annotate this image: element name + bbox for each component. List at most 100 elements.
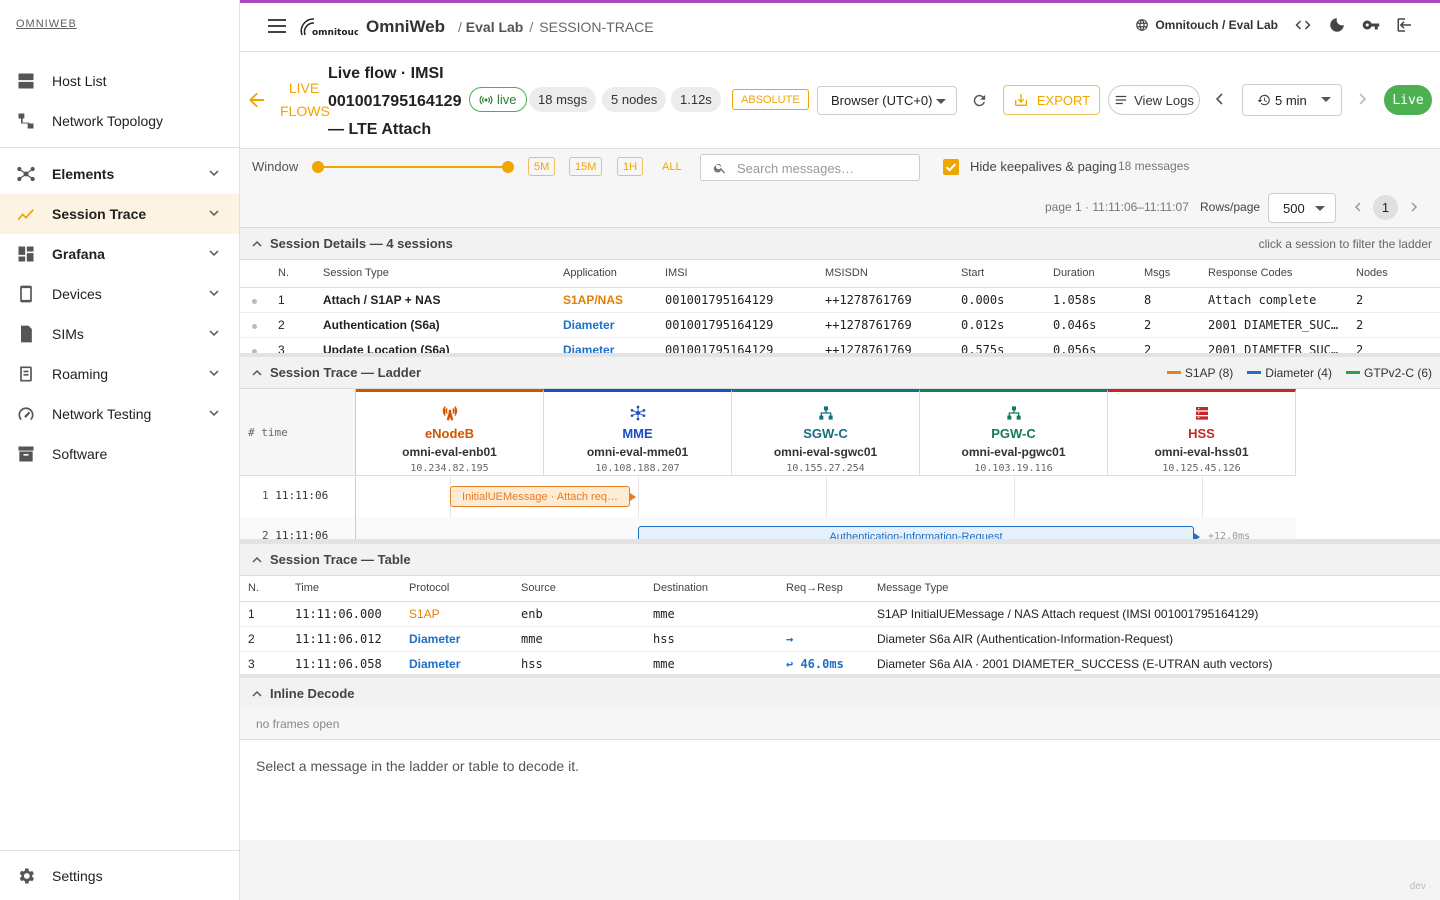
time-range-select[interactable]: 5 min bbox=[1242, 84, 1342, 116]
back-arrow-icon[interactable] bbox=[249, 92, 265, 108]
check-icon bbox=[945, 163, 957, 172]
sidebar-item-devices[interactable]: Devices bbox=[0, 274, 239, 314]
filter-toolbar: Window 5M 15M 1H ALL Hide keepalives & p… bbox=[240, 149, 1440, 228]
slider-end-handle[interactable] bbox=[502, 161, 514, 173]
table-row[interactable]: 1 11:11:06.000 S1AP enb mme S1AP Initial… bbox=[240, 601, 1440, 627]
window-5m-button[interactable]: 5M bbox=[528, 157, 556, 176]
absolute-time-toggle[interactable]: ABSOLUTE bbox=[732, 89, 809, 110]
search-input[interactable] bbox=[737, 159, 907, 177]
live-flows-link[interactable]: LIVE FLOWS bbox=[280, 77, 330, 123]
gauge-icon bbox=[16, 404, 36, 424]
node-sgw-c[interactable]: SGW-C omni-eval-sgwc01 10.155.27.254 bbox=[732, 389, 920, 476]
trace-table: N. Time Protocol Source Destination Req→… bbox=[240, 576, 1440, 674]
chevron-up-icon bbox=[252, 690, 262, 697]
chevron-down-icon bbox=[209, 250, 219, 257]
chevron-down-icon bbox=[209, 210, 219, 217]
section-title: Session Details — 4 sessions bbox=[270, 236, 453, 251]
hub-icon bbox=[630, 405, 645, 421]
logout-icon[interactable] bbox=[1396, 16, 1414, 34]
code-icon[interactable] bbox=[1294, 16, 1312, 34]
globe-icon bbox=[1136, 19, 1149, 31]
window-1h-button[interactable]: 1H bbox=[617, 157, 644, 176]
chevron-right-icon[interactable] bbox=[1356, 93, 1368, 105]
key-icon[interactable] bbox=[1362, 16, 1380, 34]
page-footer: dev · bbox=[240, 840, 1440, 900]
sidebar-item-label: Elements bbox=[52, 166, 115, 182]
sidebar-item-grafana[interactable]: Grafana bbox=[0, 234, 239, 274]
ladder-header[interactable]: Session Trace — Ladder S1AP (8) Diameter… bbox=[240, 357, 1440, 389]
sidebar-item-sims[interactable]: SIMs bbox=[0, 314, 239, 354]
sidebar-item-label: Devices bbox=[52, 286, 102, 302]
sidebar-item-roaming[interactable]: Roaming bbox=[0, 354, 239, 394]
top-bar: omnitouch OmniWeb / Eval Lab/SESSION-TRA… bbox=[240, 0, 1440, 52]
export-button[interactable]: EXPORT bbox=[1003, 85, 1100, 115]
page-next-icon[interactable] bbox=[1409, 202, 1419, 212]
refresh-icon[interactable] bbox=[971, 92, 988, 109]
ladder-message-diameter[interactable]: Authentication-Information-Request bbox=[638, 526, 1194, 539]
broadcast-icon bbox=[479, 94, 493, 105]
hide-keepalives-label: Hide keepalives & paging bbox=[970, 159, 1117, 174]
sidebar-item-label: Session Trace bbox=[52, 206, 147, 222]
table-header-row: N. Session Type Application IMSI MSISDN … bbox=[240, 260, 1440, 288]
sidebar-item-software[interactable]: Software bbox=[0, 434, 239, 474]
chevron-left-icon[interactable] bbox=[1214, 93, 1226, 105]
view-logs-button[interactable]: View Logs bbox=[1108, 85, 1200, 115]
brand-link[interactable]: OMNIWEB bbox=[16, 18, 77, 30]
node-mme[interactable]: MME omni-eval-mme01 10.108.188.207 bbox=[544, 389, 732, 476]
tenant-switcher[interactable]: Omnitouch / Eval Lab bbox=[1135, 18, 1278, 32]
messages-count-chip: 18 msgs bbox=[529, 87, 597, 112]
page-number-button[interactable]: 1 bbox=[1373, 195, 1398, 220]
sidebar-item-network-testing[interactable]: Network Testing bbox=[0, 394, 239, 434]
settings-label: Settings bbox=[52, 867, 103, 884]
slider-start-handle[interactable] bbox=[312, 161, 324, 173]
live-toggle-button[interactable]: Live bbox=[1384, 85, 1432, 115]
session-details-header[interactable]: Session Details — 4 sessions click a ses… bbox=[240, 228, 1440, 260]
legend-gtpv2c[interactable]: GTPv2-C (6) bbox=[1345, 366, 1432, 380]
timezone-select[interactable]: Browser (UTC+0) bbox=[817, 86, 957, 115]
sidebar-item-elements[interactable]: Elements bbox=[0, 154, 239, 194]
sidebar-item-label: Network Topology bbox=[52, 113, 164, 129]
window-15m-button[interactable]: 15M bbox=[569, 157, 603, 176]
inline-decode-header[interactable]: Inline Decode bbox=[240, 678, 1440, 710]
device-icon bbox=[16, 284, 36, 304]
legend-s1ap[interactable]: S1AP (8) bbox=[1166, 366, 1233, 380]
rows-per-page-select[interactable]: 500 bbox=[1268, 193, 1336, 223]
window-slider[interactable] bbox=[312, 161, 514, 173]
table-row[interactable]: 3 Update Location (S6a) Diameter 0010017… bbox=[240, 337, 1440, 353]
node-hss[interactable]: HSS omni-eval-hss01 10.125.45.126 bbox=[1108, 389, 1296, 476]
node-pgw-c[interactable]: PGW-C omni-eval-pgwc01 10.103.19.116 bbox=[920, 389, 1108, 476]
breadcrumb-eval-lab[interactable]: Eval Lab bbox=[466, 19, 524, 35]
table-row[interactable]: 2 Authentication (S6a) Diameter 00100179… bbox=[240, 312, 1440, 338]
menu-icon[interactable] bbox=[268, 19, 286, 33]
window-all-button[interactable]: ALL bbox=[657, 157, 687, 176]
table-row[interactable]: 2 11:11:06.012 Diameter mme hss → Diamet… bbox=[240, 626, 1440, 652]
row-dot bbox=[252, 323, 257, 329]
roaming-icon bbox=[16, 364, 36, 384]
sidebar-item-label: SIMs bbox=[52, 326, 84, 342]
page-prev-icon[interactable] bbox=[1353, 202, 1363, 212]
protocol-legend: S1AP (8) Diameter (4) GTPv2-C (6) bbox=[1166, 366, 1432, 380]
duration-chip: 1.12s bbox=[671, 87, 721, 112]
table-row[interactable]: 3 11:11:06.058 Diameter hss mme ↩ 46.0ms… bbox=[240, 651, 1440, 674]
table-row[interactable]: 1 Attach / S1AP + NAS S1AP/NAS 001001795… bbox=[240, 287, 1440, 313]
server-icon bbox=[16, 71, 36, 91]
ladder-row[interactable]: 2 11:11:06 Authentication-Information-Re… bbox=[240, 517, 1296, 539]
node-enodeb[interactable]: eNodeB omni-eval-enb01 10.234.82.195 bbox=[356, 389, 544, 476]
sidebar-item-label: Roaming bbox=[52, 366, 109, 382]
ladder-row[interactable]: 1 11:11:06 InitialUEMessage · Attach req… bbox=[240, 477, 1296, 517]
archive-icon bbox=[16, 444, 36, 464]
legend-diameter[interactable]: Diameter (4) bbox=[1247, 366, 1332, 380]
sidebar-item-label: Software bbox=[52, 446, 108, 462]
sidebar-item-session-trace[interactable]: Session Trace bbox=[0, 194, 239, 234]
trace-table-header[interactable]: Session Trace — Table bbox=[240, 544, 1440, 576]
ladder-message-s1ap[interactable]: InitialUEMessage · Attach req… bbox=[450, 486, 630, 507]
chevron-down-icon bbox=[209, 410, 219, 417]
hide-keepalives-checkbox[interactable] bbox=[943, 159, 959, 175]
sidebar-item-host-list[interactable]: Host List bbox=[0, 61, 239, 101]
sidebar-item-settings[interactable]: Settings bbox=[0, 850, 239, 900]
live-status-chip: live bbox=[469, 87, 527, 112]
sidebar-item-label: Grafana bbox=[52, 246, 105, 262]
chevron-up-icon bbox=[252, 369, 262, 376]
sidebar-item-network-topology[interactable]: Network Topology bbox=[0, 101, 239, 141]
dark-mode-icon[interactable] bbox=[1328, 16, 1346, 34]
